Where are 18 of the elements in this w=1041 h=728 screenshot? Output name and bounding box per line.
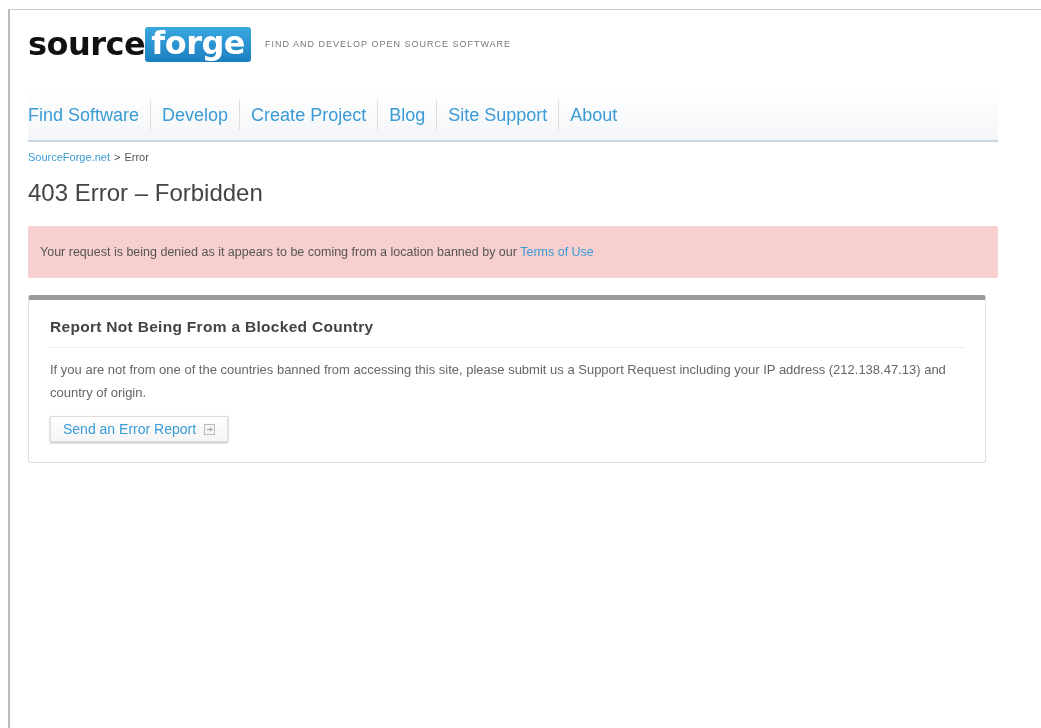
tagline: FIND AND DEVELOP OPEN SOURCE SOFTWARE — [265, 39, 512, 49]
nav-link[interactable]: Site Support — [436, 100, 559, 130]
breadcrumb-link[interactable]: SourceForge.net — [28, 151, 110, 163]
nav-link[interactable]: Find Software — [28, 100, 151, 130]
nav-link[interactable]: Blog — [377, 100, 437, 130]
error-alert: Your request is being denied as it appears to be coming from a location banned by our Terms of Use — [28, 226, 998, 278]
card-heading: Report Not Being From a Blocked Country — [50, 318, 965, 348]
nav-link[interactable]: Develop — [150, 100, 240, 130]
arrow-icon — [204, 423, 216, 435]
nav-link[interactable]: Create Project — [239, 100, 378, 130]
breadcrumb-current: Error — [124, 151, 149, 163]
card-text: If you are not from one of the countries banned from accessing this site, please submit us a Support Request including your IP address (212.138.47.13) and country of origin. — [50, 361, 947, 402]
nav-link[interactable]: About — [558, 100, 629, 130]
breadcrumb-separator: > — [113, 151, 121, 163]
terms-link[interactable]: Terms of Use — [520, 245, 594, 259]
sourceforge-logo: source forge — [28, 26, 252, 62]
page-title: 403 Error – Forbidden — [28, 179, 264, 207]
send-report-button[interactable]: Send an Error Report — [50, 416, 229, 442]
